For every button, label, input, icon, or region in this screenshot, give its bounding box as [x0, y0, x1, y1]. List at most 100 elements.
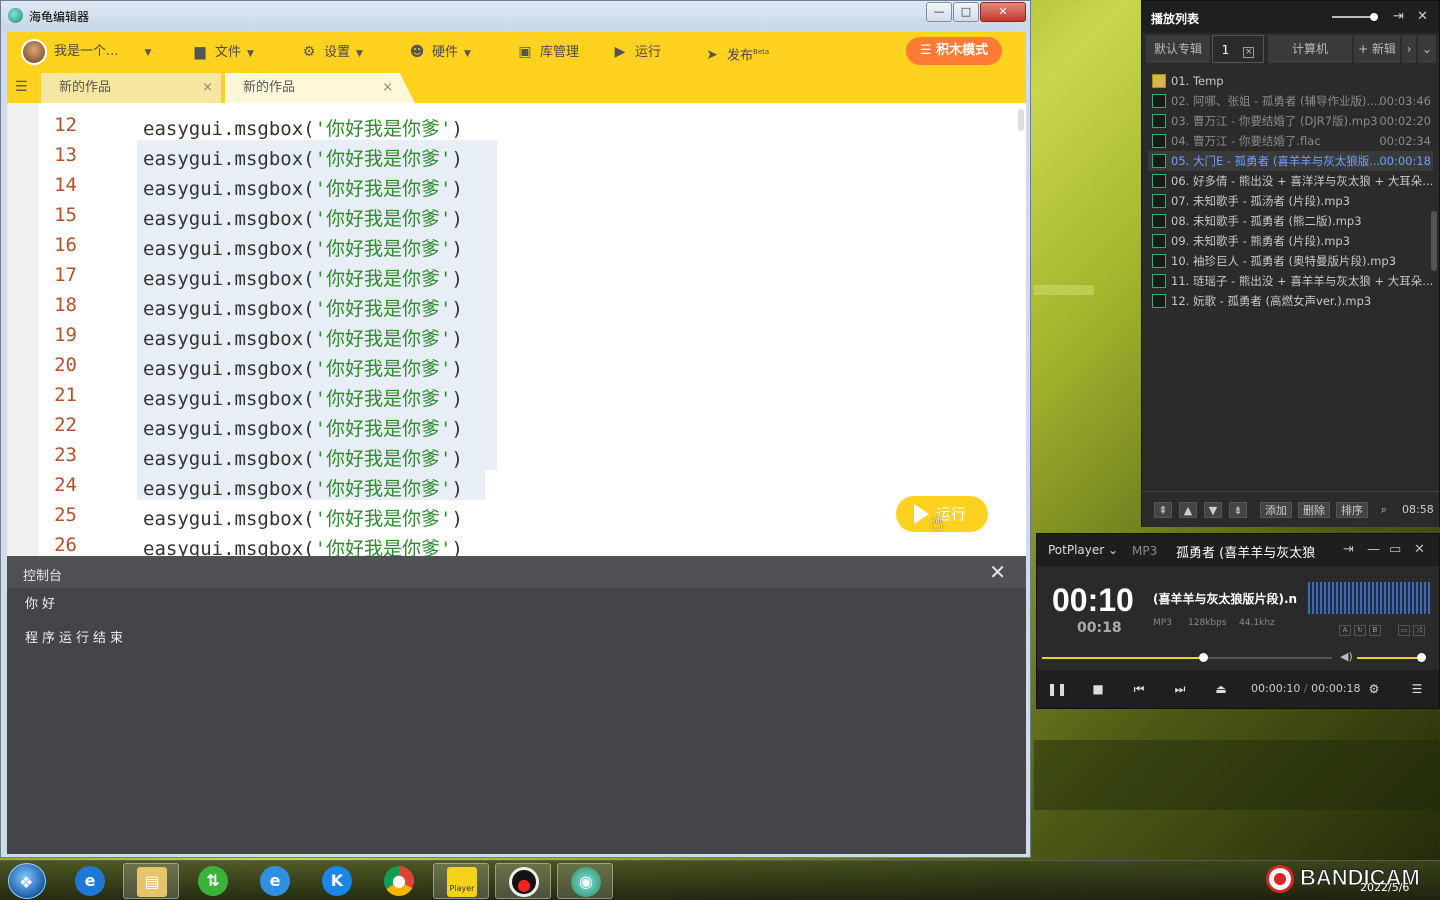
taskbar-browser[interactable]: e: [247, 863, 303, 899]
run-menu-button[interactable]: ▶ 运行: [611, 32, 661, 72]
playlist-item[interactable]: 02. 阿哪、张姐 - 孤勇者 (辅导作业版).... 00:03:46: [1148, 91, 1433, 111]
menu-icon[interactable]: ☰: [15, 80, 31, 94]
code-line[interactable]: 23 easygui.msgbox('你好我是你爹'): [39, 440, 1019, 470]
code-editor[interactable]: 12 easygui.msgbox('你好我是你爹') 13 easygui.msgb…: [7, 103, 1026, 556]
taskbar-ie[interactable]: e: [62, 863, 118, 899]
seek-bar-knob[interactable]: [1198, 653, 1208, 662]
playlist-item[interactable]: 09. 未知歌手 - 熊勇者 (片段).mp3: [1148, 231, 1433, 251]
avatar[interactable]: [21, 39, 47, 65]
code-line[interactable]: 24 easygui.msgbox('你好我是你爹'): [39, 470, 1019, 500]
move-up-button[interactable]: ▲: [1179, 502, 1197, 518]
editor-titlebar[interactable]: 海龟编辑器 — □ ✕: [1, 1, 1030, 31]
taskbar-potplayer[interactable]: Player: [433, 863, 489, 899]
tab-playlist-1[interactable]: 1 ×: [1212, 35, 1264, 63]
code-line[interactable]: 12 easygui.msgbox('你好我是你爹'): [39, 110, 1019, 140]
code-line[interactable]: 25 easygui.msgbox('你好我是你爹'): [39, 500, 1019, 530]
close-icon[interactable]: ×: [382, 73, 393, 103]
taskbar-app-green[interactable]: ⇅: [185, 863, 241, 899]
minimize-button[interactable]: —: [926, 2, 952, 22]
block-mode-button[interactable]: ☰ 积木模式: [906, 37, 1002, 65]
close-icon[interactable]: ✕: [1414, 542, 1425, 557]
playlist-item[interactable]: 05. 大门E - 孤勇者 (喜羊羊与灰太狼版... 00:00:18: [1148, 151, 1433, 171]
menu-icon[interactable]: ☰: [1406, 678, 1428, 700]
file-menu[interactable]: ▆ 文件 ▼: [191, 32, 254, 72]
playlist-item[interactable]: 01. Temp: [1148, 71, 1433, 91]
volume-slider[interactable]: [1357, 657, 1423, 659]
maximize-icon[interactable]: ▭: [1389, 542, 1401, 557]
move-down-button[interactable]: ▼: [1204, 502, 1222, 518]
code-line[interactable]: 15 easygui.msgbox('你好我是你爹'): [39, 200, 1019, 230]
library-button[interactable]: ▣ 库管理: [516, 32, 579, 72]
minimize-icon[interactable]: —: [1367, 542, 1380, 557]
delete-button[interactable]: 删除: [1298, 502, 1330, 518]
gear-icon[interactable]: ⚙: [1363, 678, 1385, 700]
code-line[interactable]: 13 easygui.msgbox('你好我是你爹'): [39, 140, 1019, 170]
repeat-a-icon[interactable]: A: [1339, 625, 1351, 636]
record-icon: ●: [509, 867, 539, 897]
close-icon[interactable]: ×: [1243, 47, 1255, 58]
publish-button[interactable]: ➤ 发布Beta: [703, 32, 769, 72]
code-line[interactable]: 22 easygui.msgbox('你好我是你爹'): [39, 410, 1019, 440]
taskbar-explorer[interactable]: ▤: [123, 863, 179, 899]
code-line[interactable]: 17 easygui.msgbox('你好我是你爹'): [39, 260, 1019, 290]
maximize-button[interactable]: □: [953, 2, 979, 22]
code-line[interactable]: 21 easygui.msgbox('你好我是你爹'): [39, 380, 1019, 410]
tab-work-1[interactable]: 新的作品 ×: [41, 73, 221, 103]
code-line[interactable]: 20 easygui.msgbox('你好我是你爹'): [39, 350, 1019, 380]
code-line[interactable]: 26 easygui.msgbox('你好我是你爹'): [39, 530, 1019, 556]
playlist-scrollbar[interactable]: [1431, 211, 1437, 271]
subtitle-icon[interactable]: ▭: [1397, 625, 1410, 636]
potplayer-menu[interactable]: PotPlayer ⌄: [1048, 543, 1118, 557]
code-line[interactable]: 18 easygui.msgbox('你好我是你爹'): [39, 290, 1019, 320]
pause-icon[interactable]: ❚❚: [1046, 678, 1068, 700]
eject-icon[interactable]: ⏏: [1210, 678, 1232, 700]
shuffle-icon[interactable]: ⤨: [1412, 625, 1425, 636]
volume-knob[interactable]: [1417, 653, 1426, 662]
taskbar-turtle-editor[interactable]: ◉: [557, 863, 613, 899]
loop-icon[interactable]: ↻: [1354, 625, 1366, 636]
close-icon[interactable]: ×: [202, 73, 213, 103]
close-icon[interactable]: ✕: [1417, 9, 1428, 24]
search-icon[interactable]: ⌕: [1374, 502, 1394, 518]
taskbar-kugou[interactable]: K: [309, 863, 365, 899]
playlist-item[interactable]: 03. 曹万江 - 你要结婚了 (DJR7版).mp3 00:02:20: [1148, 111, 1433, 131]
previous-icon[interactable]: ⏮: [1128, 678, 1150, 700]
pin-icon[interactable]: ⇥: [1343, 542, 1354, 557]
new-album-button[interactable]: + 新辑: [1354, 35, 1400, 63]
code-line[interactable]: 16 easygui.msgbox('你好我是你爹'): [39, 230, 1019, 260]
tab-default-album[interactable]: 默认专辑: [1146, 35, 1210, 63]
close-icon[interactable]: ✕: [989, 560, 1006, 584]
chevron-right-icon[interactable]: ›: [1402, 35, 1416, 63]
user-menu[interactable]: 我是一个... ▼: [54, 32, 151, 72]
playlist-item[interactable]: 07. 未知歌手 - 孤汤者 (片段).mp3: [1148, 191, 1433, 211]
hardware-menu[interactable]: ☻ 硬件 ▼: [408, 32, 471, 72]
settings-menu[interactable]: ⚙ 设置 ▼: [300, 32, 363, 72]
stop-icon[interactable]: ■: [1087, 678, 1109, 700]
playlist-item[interactable]: 08. 未知歌手 - 孤勇者 (熊二版).mp3: [1148, 211, 1433, 231]
chevron-down-icon[interactable]: ⌄: [1418, 35, 1436, 63]
playlist-item[interactable]: 11. 琏瑶子 - 熊出没 + 喜羊羊与灰太狼 + 大耳朵...: [1148, 271, 1433, 291]
move-bottom-button[interactable]: ⇟: [1229, 502, 1247, 518]
editor-scrollbar[interactable]: [1018, 109, 1024, 131]
playlist-item[interactable]: 04. 曹万江 - 你要结婚了.flac 00:02:34: [1148, 131, 1433, 151]
code-line[interactable]: 19 easygui.msgbox('你好我是你爹'): [39, 320, 1019, 350]
playlist-item[interactable]: 10. 袖珍巨人 - 孤勇者 (奥特曼版片段).mp3: [1148, 251, 1433, 271]
volume-icon[interactable]: ◀): [1340, 650, 1353, 663]
playlist-item[interactable]: 12. 妧歌 - 孤勇者 (高燃女声ver.).mp3: [1148, 291, 1433, 311]
sort-button[interactable]: 排序: [1336, 502, 1368, 518]
move-top-button[interactable]: ⇞: [1154, 502, 1172, 518]
next-icon[interactable]: ⏭: [1169, 678, 1191, 700]
repeat-b-icon[interactable]: B: [1369, 625, 1381, 636]
tab-computer[interactable]: 计算机: [1268, 35, 1352, 63]
opacity-slider-knob[interactable]: [1370, 13, 1378, 21]
start-button[interactable]: ❖: [8, 863, 46, 899]
taskbar-bandicam[interactable]: ●: [495, 863, 551, 899]
close-button[interactable]: ✕: [980, 2, 1026, 22]
seek-bar[interactable]: [1042, 653, 1332, 662]
add-button[interactable]: 添加: [1260, 502, 1292, 518]
tab-work-2[interactable]: 新的作品 ×: [225, 73, 415, 103]
pin-icon[interactable]: ⇥: [1393, 9, 1404, 24]
code-line[interactable]: 14 easygui.msgbox('你好我是你爹'): [39, 170, 1019, 200]
playlist-item[interactable]: 06. 好多倩 - 熊出没 + 喜洋洋与灰太狼 + 大耳朵...: [1148, 171, 1433, 191]
taskbar-chrome[interactable]: ●: [371, 863, 427, 899]
